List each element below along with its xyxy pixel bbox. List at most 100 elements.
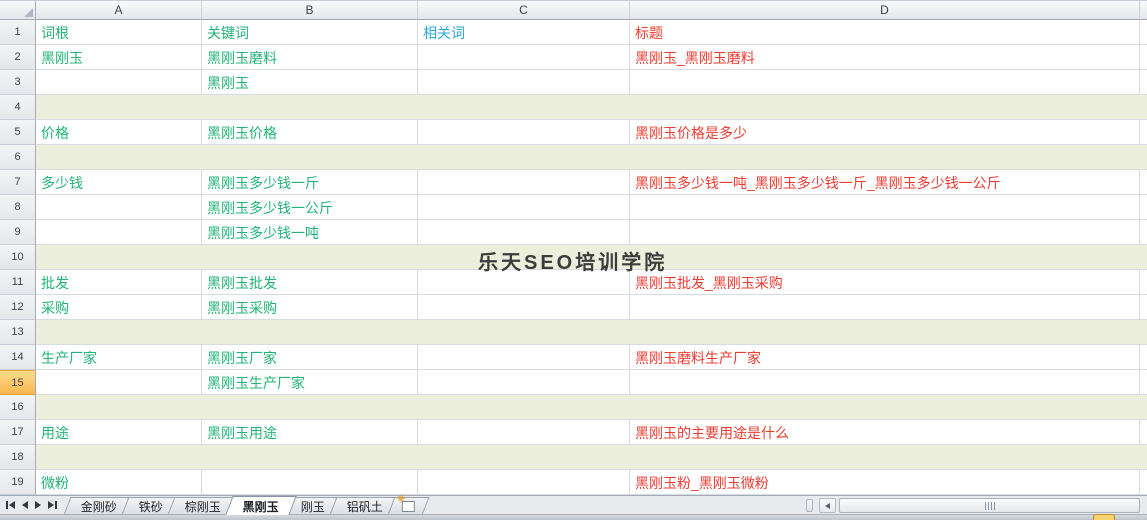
cell-A8[interactable] [36, 195, 202, 220]
cell-D17[interactable]: 黑刚玉的主要用途是什么 [630, 420, 1140, 445]
cell-B11[interactable]: 黑刚玉批发 [202, 270, 418, 295]
cell-C18[interactable] [418, 445, 630, 470]
cell-B17[interactable]: 黑刚玉用途 [202, 420, 418, 445]
tab-scrollbar-splitter[interactable] [806, 499, 813, 512]
row-header-1[interactable]: 1 [0, 20, 36, 45]
cell-A13[interactable] [36, 320, 202, 345]
cell-B8[interactable]: 黑刚玉多少钱一公斤 [202, 195, 418, 220]
cell-A6[interactable] [36, 145, 202, 170]
cell-B3[interactable]: 黑刚玉 [202, 70, 418, 95]
cell-B14[interactable]: 黑刚玉厂家 [202, 345, 418, 370]
cell-C5[interactable] [418, 120, 630, 145]
cell-A15[interactable] [36, 370, 202, 395]
cell-D4[interactable] [630, 95, 1140, 120]
cell-B5[interactable]: 黑刚玉价格 [202, 120, 418, 145]
cell-D7[interactable]: 黑刚玉多少钱一吨_黑刚玉多少钱一斤_黑刚玉多少钱一公斤 [630, 170, 1140, 195]
cell-A9[interactable] [36, 220, 202, 245]
cell-A12[interactable]: 采购 [36, 295, 202, 320]
row-header-13[interactable]: 13 [0, 320, 36, 345]
row-header-4[interactable]: 4 [0, 95, 36, 120]
cell-B10[interactable] [202, 245, 418, 270]
cell-B2[interactable]: 黑刚玉磨料 [202, 45, 418, 70]
sheet-tab-黑刚玉[interactable]: 黑刚玉 [225, 496, 297, 515]
row-header-2[interactable]: 2 [0, 45, 36, 70]
cell-B7[interactable]: 黑刚玉多少钱一斤 [202, 170, 418, 195]
cell-A17[interactable]: 用途 [36, 420, 202, 445]
cell-D18[interactable] [630, 445, 1140, 470]
cell-B1[interactable]: 关键词 [202, 20, 418, 45]
last-sheet-icon[interactable] [48, 501, 57, 509]
cell-C6[interactable] [418, 145, 630, 170]
cell-C17[interactable] [418, 420, 630, 445]
cell-C9[interactable] [418, 220, 630, 245]
cell-A11[interactable]: 批发 [36, 270, 202, 295]
prev-sheet-icon[interactable] [22, 501, 28, 509]
cell-D2[interactable]: 黑刚玉_黑刚玉磨料 [630, 45, 1140, 70]
cell-D3[interactable] [630, 70, 1140, 95]
cell-B12[interactable]: 黑刚玉采购 [202, 295, 418, 320]
first-sheet-icon[interactable] [6, 501, 15, 509]
cell-B9[interactable]: 黑刚玉多少钱一吨 [202, 220, 418, 245]
cell-C3[interactable] [418, 70, 630, 95]
cell-D5[interactable]: 黑刚玉价格是多少 [630, 120, 1140, 145]
insert-worksheet-tab[interactable]: ✳ [387, 494, 430, 515]
cell-A18[interactable] [36, 445, 202, 470]
cell-A10[interactable] [36, 245, 202, 270]
cell-C15[interactable] [418, 370, 630, 395]
cell-A7[interactable]: 多少钱 [36, 170, 202, 195]
cell-D12[interactable] [630, 295, 1140, 320]
cell-C13[interactable] [418, 320, 630, 345]
row-header-12[interactable]: 12 [0, 295, 36, 320]
cell-B13[interactable] [202, 320, 418, 345]
cell-B19[interactable] [202, 470, 418, 495]
row-header-15[interactable]: 15 [0, 370, 36, 395]
column-header-A[interactable]: A [36, 0, 202, 20]
cell-D10[interactable] [630, 245, 1140, 270]
cell-C2[interactable] [418, 45, 630, 70]
row-header-7[interactable]: 7 [0, 170, 36, 195]
cell-D1[interactable]: 标题 [630, 20, 1140, 45]
status-amber-button[interactable] [1093, 514, 1115, 520]
hscroll-thumb[interactable] [839, 498, 1140, 513]
cell-B15[interactable]: 黑刚玉生产厂家 [202, 370, 418, 395]
cell-D14[interactable]: 黑刚玉磨料生产厂家 [630, 345, 1140, 370]
cell-D6[interactable] [630, 145, 1140, 170]
select-all-corner[interactable] [0, 0, 36, 20]
cell-C4[interactable] [418, 95, 630, 120]
cell-A16[interactable] [36, 395, 202, 420]
cell-C7[interactable] [418, 170, 630, 195]
cell-A2[interactable]: 黑刚玉 [36, 45, 202, 70]
cell-C16[interactable] [418, 395, 630, 420]
cell-C12[interactable] [418, 295, 630, 320]
row-header-17[interactable]: 17 [0, 420, 36, 445]
cell-D16[interactable] [630, 395, 1140, 420]
cell-A19[interactable]: 微粉 [36, 470, 202, 495]
hscroll-left-arrow[interactable] [819, 498, 836, 513]
cell-D11[interactable]: 黑刚玉批发_黑刚玉采购 [630, 270, 1140, 295]
column-header-D[interactable]: D [630, 0, 1140, 20]
cell-C14[interactable] [418, 345, 630, 370]
cell-B16[interactable] [202, 395, 418, 420]
cell-A14[interactable]: 生产厂家 [36, 345, 202, 370]
cell-A3[interactable] [36, 70, 202, 95]
row-header-5[interactable]: 5 [0, 120, 36, 145]
row-header-11[interactable]: 11 [0, 270, 36, 295]
cell-D9[interactable] [630, 220, 1140, 245]
row-header-19[interactable]: 19 [0, 470, 36, 495]
cell-A4[interactable] [36, 95, 202, 120]
row-header-3[interactable]: 3 [0, 70, 36, 95]
cell-B18[interactable] [202, 445, 418, 470]
cell-B6[interactable] [202, 145, 418, 170]
cell-C1[interactable]: 相关词 [418, 20, 630, 45]
cell-D13[interactable] [630, 320, 1140, 345]
cell-A5[interactable]: 价格 [36, 120, 202, 145]
row-header-14[interactable]: 14 [0, 345, 36, 370]
cell-D8[interactable] [630, 195, 1140, 220]
row-header-9[interactable]: 9 [0, 220, 36, 245]
cell-A1[interactable]: 词根 [36, 20, 202, 45]
row-header-8[interactable]: 8 [0, 195, 36, 220]
cell-B4[interactable] [202, 95, 418, 120]
next-sheet-icon[interactable] [35, 501, 41, 509]
cell-C19[interactable] [418, 470, 630, 495]
row-header-18[interactable]: 18 [0, 445, 36, 470]
